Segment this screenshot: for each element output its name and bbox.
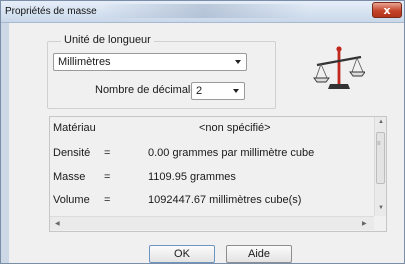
length-unit-select[interactable]: Millimètres [53,53,247,71]
density-label: Densité [53,147,91,159]
mass-properties-dialog: Propriétés de masse x Unité de longueur … [0,0,405,264]
title-bar-reflection [99,4,309,18]
decimals-label: Nombre de décimales: [95,84,206,96]
horizontal-scrollbar[interactable]: ◀ ▶ [50,216,374,230]
scroll-right-icon[interactable]: ▶ [362,220,367,227]
decimals-select[interactable]: 2 [191,82,245,100]
scroll-down-icon[interactable]: ▼ [378,205,384,211]
material-label: Matériau [53,122,96,134]
chevron-down-icon [233,89,239,93]
mass-equals: = [104,171,111,183]
chevron-down-icon [235,60,241,64]
close-button[interactable]: x [372,2,402,18]
vertical-scroll-thumb[interactable] [376,132,385,184]
volume-label: Volume [53,194,90,206]
scale-balance-icon [313,46,365,89]
volume-value: 1092447.67 millimètres cube(s) [148,194,302,206]
material-value: <non spécifié> [199,122,271,134]
scroll-left-icon[interactable]: ◀ [55,220,60,227]
length-unit-value: Millimètres [58,56,111,68]
ok-button[interactable]: OK [149,245,215,263]
window-left-edge [1,23,9,263]
help-button[interactable]: Aide [226,245,292,263]
volume-equals: = [104,194,111,206]
title-bar[interactable]: Propriétés de masse x [1,1,404,23]
length-unit-group-label: Unité de longueur [61,34,154,46]
scroll-up-icon[interactable]: ▲ [378,119,384,125]
mass-value: 1109.95 grammes [148,171,236,183]
decimals-value: 2 [196,85,203,97]
density-equals: = [104,147,111,159]
mass-label: Masse [53,171,86,183]
scroll-grip-icon: ≡ [377,141,381,147]
density-value: 0.00 grammes par millimètre cube [148,147,315,159]
vertical-scrollbar[interactable]: ▲ ≡ ▼ [374,117,386,216]
window-title: Propriétés de masse [5,6,97,17]
